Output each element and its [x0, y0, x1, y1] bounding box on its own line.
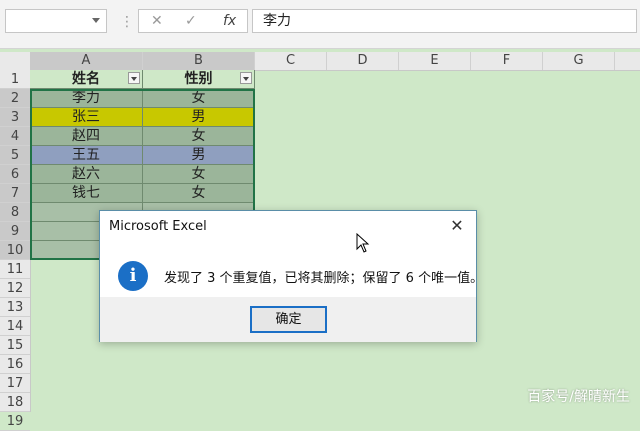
- message-dialog: Microsoft Excel ✕ i 发现了 3 个重复值，已将其删除；保留了…: [99, 210, 483, 342]
- close-icon[interactable]: ✕: [446, 215, 468, 237]
- filter-dropdown-icon[interactable]: [128, 72, 140, 84]
- row-header-19[interactable]: 19: [0, 412, 30, 431]
- info-icon: i: [118, 261, 148, 291]
- table-header-cell[interactable]: 姓名: [30, 70, 143, 89]
- dialog-title: Microsoft Excel: [109, 219, 207, 234]
- ok-button[interactable]: 确定: [250, 306, 327, 333]
- mouse-cursor-icon: [356, 233, 370, 253]
- watermark: 百家号/解晴新生: [527, 389, 630, 405]
- dialog-message: 发现了 3 个重复值，已将其删除；保留了 6 个唯一值。: [164, 271, 484, 286]
- dialog-footer: 确定: [100, 297, 476, 342]
- filter-dropdown-icon[interactable]: [240, 72, 252, 84]
- table-header-cell[interactable]: 性别: [143, 70, 255, 89]
- dialog-titlebar[interactable]: Microsoft Excel ✕: [100, 211, 476, 243]
